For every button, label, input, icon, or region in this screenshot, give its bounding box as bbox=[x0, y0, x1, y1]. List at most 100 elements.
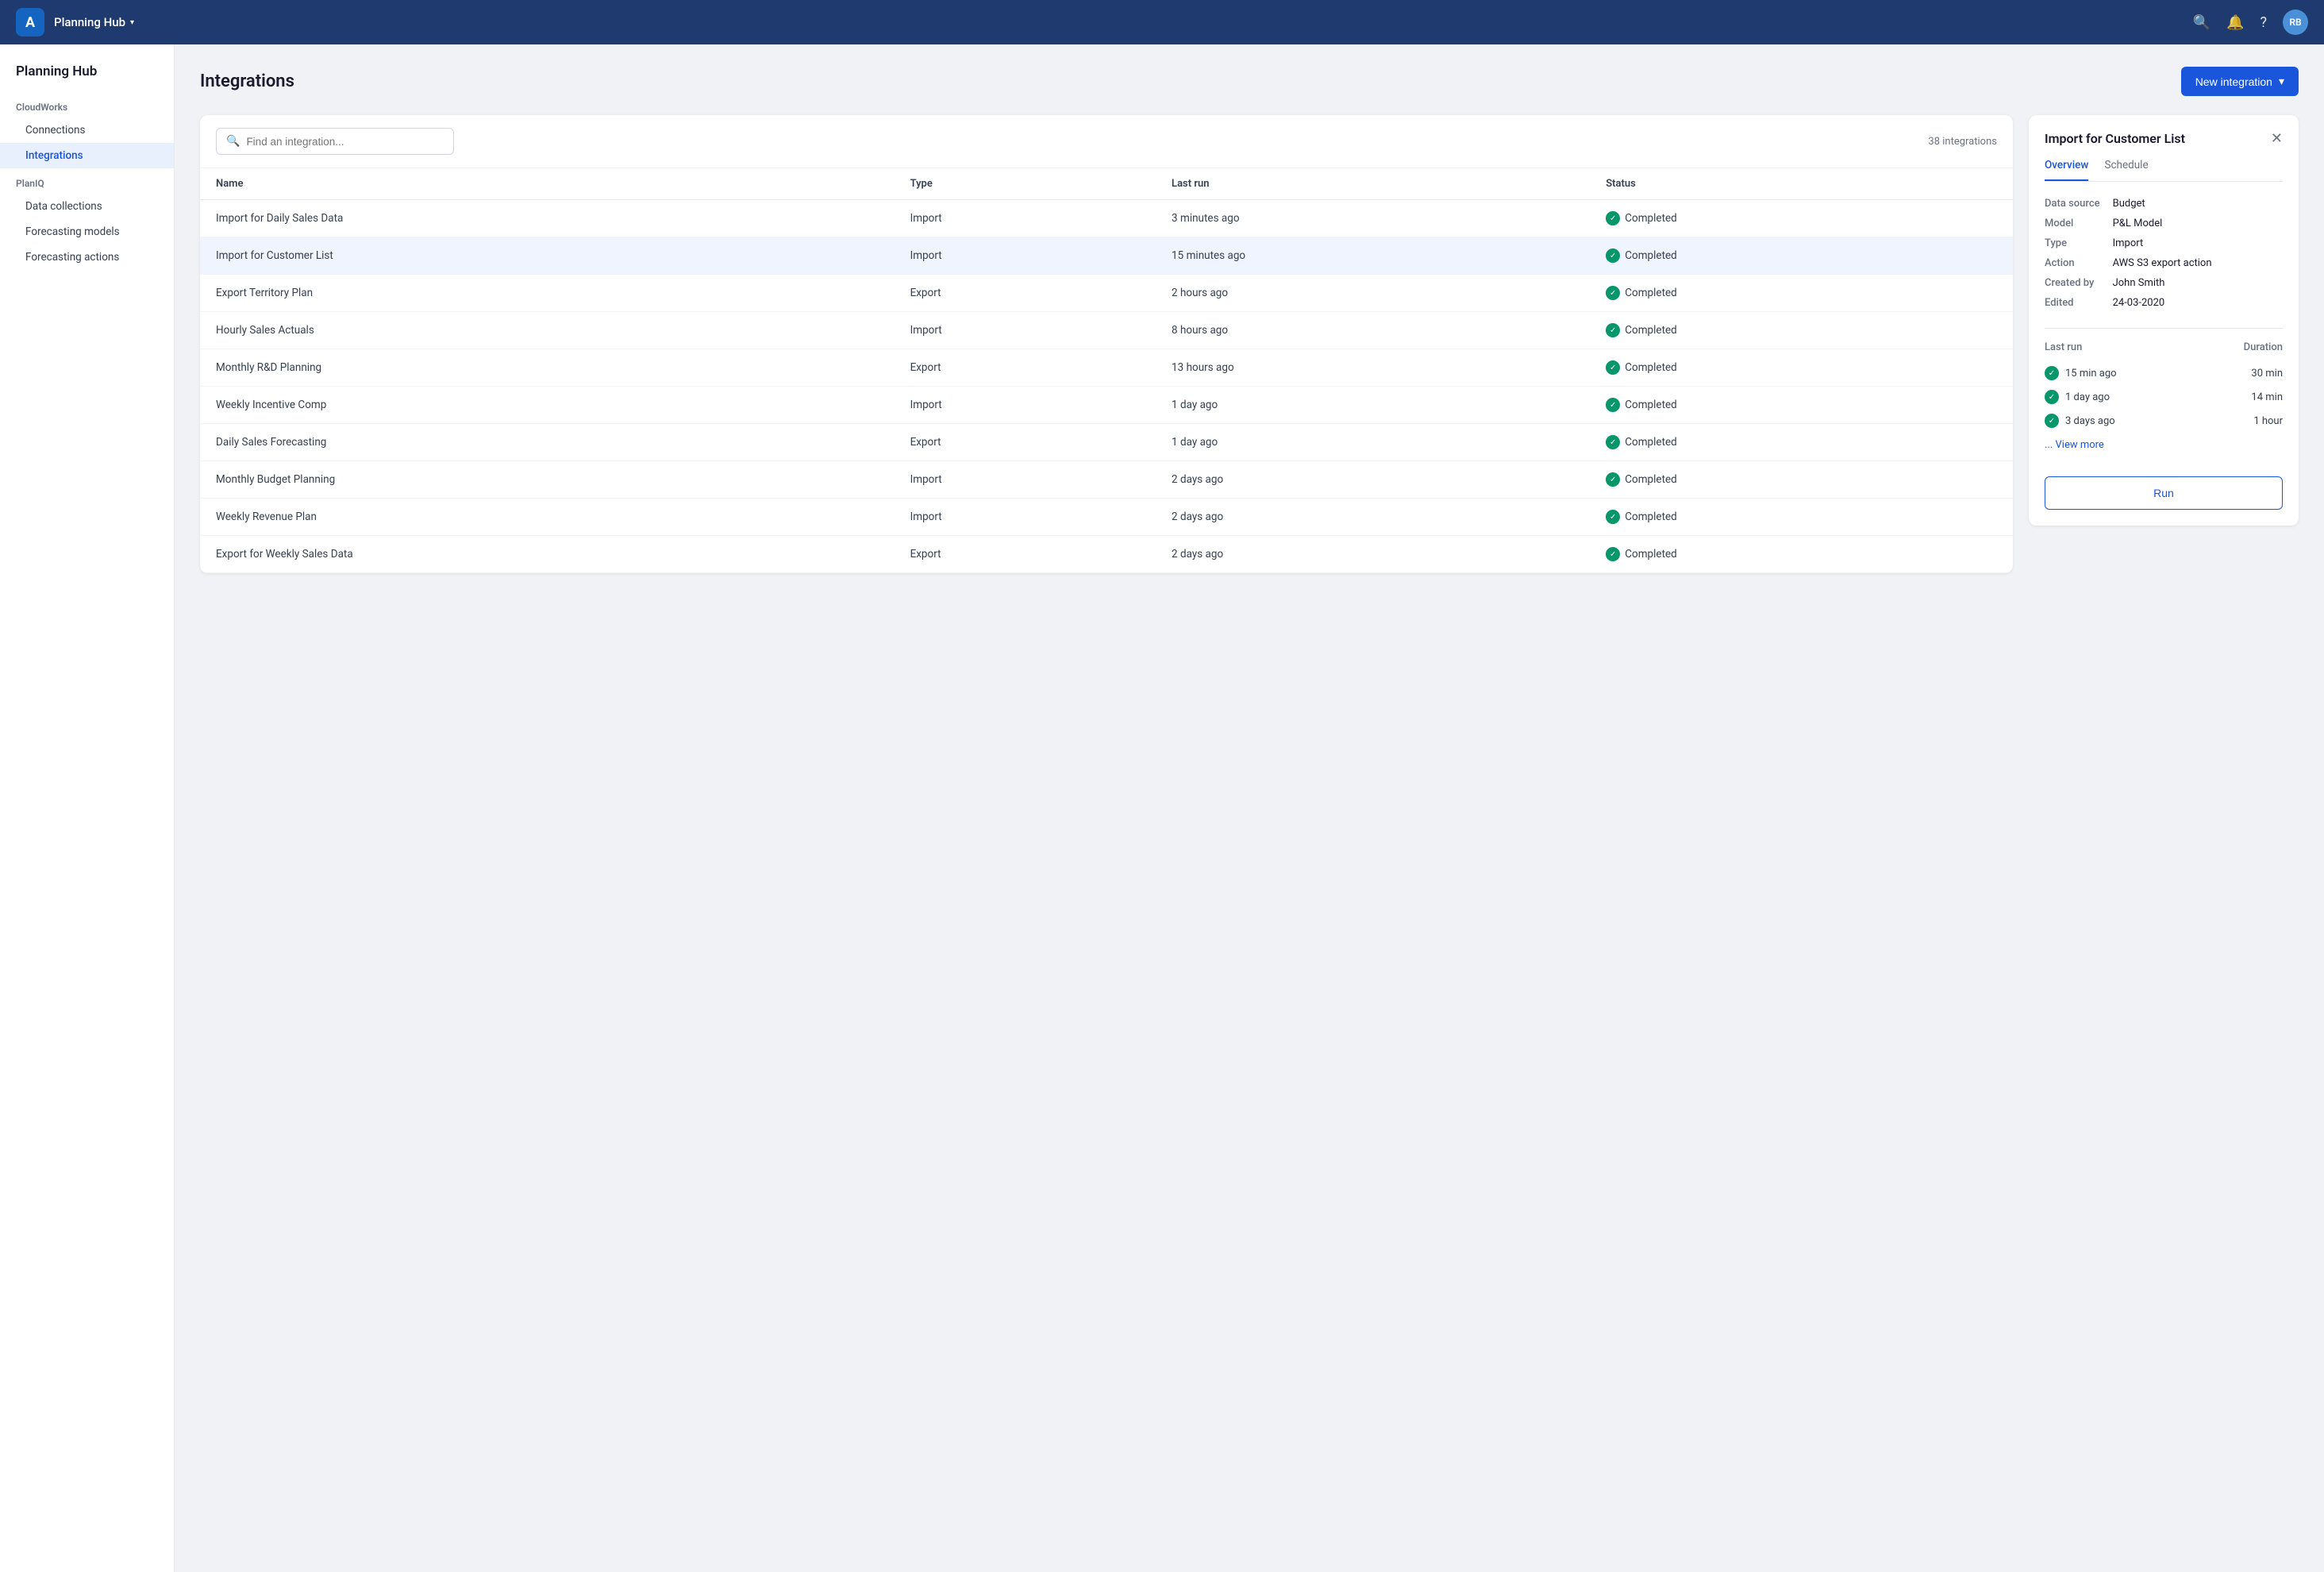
row-status: ✓ Completed bbox=[1590, 349, 2013, 387]
row-type: Export bbox=[895, 536, 1156, 573]
run-time: ✓ 15 min ago bbox=[2045, 366, 2117, 380]
field-value: Budget bbox=[2113, 198, 2283, 210]
table-row[interactable]: Monthly R&D Planning Export 13 hours ago… bbox=[200, 349, 2013, 387]
field-value: John Smith bbox=[2113, 277, 2283, 289]
chevron-down-icon: ▾ bbox=[130, 18, 134, 27]
run-status-icon: ✓ bbox=[2045, 390, 2059, 404]
table-row[interactable]: Monthly Budget Planning Import 2 days ag… bbox=[200, 461, 2013, 499]
row-last-run: 15 minutes ago bbox=[1156, 237, 1590, 275]
run-status-icon: ✓ bbox=[2045, 414, 2059, 428]
detail-header: Import for Customer List ✕ bbox=[2045, 131, 2283, 146]
sidebar: Planning Hub CloudWorks Connections Inte… bbox=[0, 44, 175, 1572]
field-value: Import bbox=[2113, 237, 2283, 249]
table-row[interactable]: Hourly Sales Actuals Import 8 hours ago … bbox=[200, 312, 2013, 349]
status-text: Completed bbox=[1625, 324, 1677, 337]
table-row[interactable]: Daily Sales Forecasting Export 1 day ago… bbox=[200, 424, 2013, 461]
close-button[interactable]: ✕ bbox=[2271, 131, 2283, 145]
table-row[interactable]: Weekly Revenue Plan Import 2 days ago ✓ … bbox=[200, 499, 2013, 536]
sidebar-title: Planning Hub bbox=[0, 64, 174, 92]
row-status: ✓ Completed bbox=[1590, 312, 2013, 349]
table-row[interactable]: Export for Weekly Sales Data Export 2 da… bbox=[200, 536, 2013, 573]
integrations-table-card: 🔍 38 integrations Name Type Last run Sta… bbox=[200, 115, 2013, 573]
col-last-run: Last run bbox=[1156, 168, 1590, 200]
row-last-run: 2 days ago bbox=[1156, 536, 1590, 573]
row-status: ✓ Completed bbox=[1590, 275, 2013, 312]
status-text: Completed bbox=[1625, 473, 1677, 486]
sidebar-item-integrations[interactable]: Integrations bbox=[0, 143, 174, 168]
col-status: Status bbox=[1590, 168, 2013, 200]
run-history-row: ✓ 15 min ago 30 min bbox=[2045, 361, 2283, 385]
table-row[interactable]: Import for Daily Sales Data Import 3 min… bbox=[200, 200, 2013, 237]
row-last-run: 2 hours ago bbox=[1156, 275, 1590, 312]
status-completed-icon: ✓ bbox=[1606, 211, 1620, 225]
table-row[interactable]: Export Territory Plan Export 2 hours ago… bbox=[200, 275, 2013, 312]
row-type: Export bbox=[895, 275, 1156, 312]
row-type: Import bbox=[895, 499, 1156, 536]
row-status: ✓ Completed bbox=[1590, 424, 2013, 461]
row-type: Import bbox=[895, 200, 1156, 237]
row-type: Export bbox=[895, 349, 1156, 387]
user-avatar[interactable]: RB bbox=[2283, 10, 2308, 35]
row-type: Import bbox=[895, 461, 1156, 499]
col-type: Type bbox=[895, 168, 1156, 200]
tab-schedule[interactable]: Schedule bbox=[2104, 159, 2148, 181]
divider bbox=[2045, 328, 2283, 329]
status-text: Completed bbox=[1625, 548, 1677, 561]
table-header-row: Name Type Last run Status bbox=[200, 168, 2013, 200]
row-status: ✓ Completed bbox=[1590, 387, 2013, 424]
status-completed-icon: ✓ bbox=[1606, 435, 1620, 449]
app-switcher[interactable]: Planning Hub ▾ bbox=[54, 15, 134, 29]
sidebar-item-forecasting-actions[interactable]: Forecasting actions bbox=[0, 245, 174, 270]
row-last-run: 2 days ago bbox=[1156, 461, 1590, 499]
status-completed-icon: ✓ bbox=[1606, 510, 1620, 524]
run-time: ✓ 1 day ago bbox=[2045, 390, 2110, 404]
search-input[interactable] bbox=[246, 136, 444, 148]
sidebar-item-connections[interactable]: Connections bbox=[0, 118, 174, 143]
sidebar-section-cloudworks: CloudWorks bbox=[0, 92, 174, 118]
row-last-run: 3 minutes ago bbox=[1156, 200, 1590, 237]
search-icon[interactable]: 🔍 bbox=[2193, 14, 2210, 31]
row-status: ✓ Completed bbox=[1590, 461, 2013, 499]
row-name: Monthly R&D Planning bbox=[200, 349, 895, 387]
status-text: Completed bbox=[1625, 249, 1677, 262]
row-name: Weekly Revenue Plan bbox=[200, 499, 895, 536]
row-name: Hourly Sales Actuals bbox=[200, 312, 895, 349]
row-type: Import bbox=[895, 237, 1156, 275]
status-completed-icon: ✓ bbox=[1606, 472, 1620, 487]
tab-overview[interactable]: Overview bbox=[2045, 159, 2088, 181]
status-text: Completed bbox=[1625, 361, 1677, 374]
table-row[interactable]: Weekly Incentive Comp Import 1 day ago ✓… bbox=[200, 387, 2013, 424]
run-duration: 1 hour bbox=[2253, 415, 2283, 427]
detail-tabs: Overview Schedule bbox=[2045, 159, 2283, 182]
search-box[interactable]: 🔍 bbox=[216, 128, 454, 155]
run-button[interactable]: Run bbox=[2045, 476, 2283, 510]
row-name: Import for Customer List bbox=[200, 237, 895, 275]
row-name: Import for Daily Sales Data bbox=[200, 200, 895, 237]
view-more-link[interactable]: ... View more bbox=[2045, 439, 2283, 451]
row-name: Monthly Budget Planning bbox=[200, 461, 895, 499]
page-header: Integrations New integration ▾ bbox=[200, 67, 2299, 96]
table-row[interactable]: Import for Customer List Import 15 minut… bbox=[200, 237, 2013, 275]
row-name: Weekly Incentive Comp bbox=[200, 387, 895, 424]
row-name: Export Territory Plan bbox=[200, 275, 895, 312]
duration-label: Duration bbox=[2244, 341, 2283, 353]
row-type: Import bbox=[895, 387, 1156, 424]
chevron-down-icon: ▾ bbox=[2279, 75, 2284, 88]
notification-icon[interactable]: 🔔 bbox=[2226, 14, 2244, 31]
help-icon[interactable]: ? bbox=[2260, 14, 2267, 31]
detail-fields: Data sourceBudgetModelP&L ModelTypeImpor… bbox=[2045, 198, 2283, 309]
status-text: Completed bbox=[1625, 287, 1677, 299]
run-duration: 30 min bbox=[2251, 368, 2283, 380]
run-history-row: ✓ 3 days ago 1 hour bbox=[2045, 409, 2283, 433]
last-run-label: Last run bbox=[2045, 341, 2082, 353]
sidebar-item-forecasting-models[interactable]: Forecasting models bbox=[0, 219, 174, 245]
col-name: Name bbox=[200, 168, 895, 200]
integrations-count: 38 integrations bbox=[1928, 136, 1997, 148]
field-value: AWS S3 export action bbox=[2113, 257, 2283, 269]
nav-icons: 🔍 🔔 ? RB bbox=[2193, 10, 2308, 35]
app-logo[interactable]: A bbox=[16, 8, 44, 37]
sidebar-item-data-collections[interactable]: Data collections bbox=[0, 194, 174, 219]
status-completed-icon: ✓ bbox=[1606, 249, 1620, 263]
detail-panel: Import for Customer List ✕ Overview Sche… bbox=[2029, 115, 2299, 526]
new-integration-button[interactable]: New integration ▾ bbox=[2181, 67, 2299, 96]
